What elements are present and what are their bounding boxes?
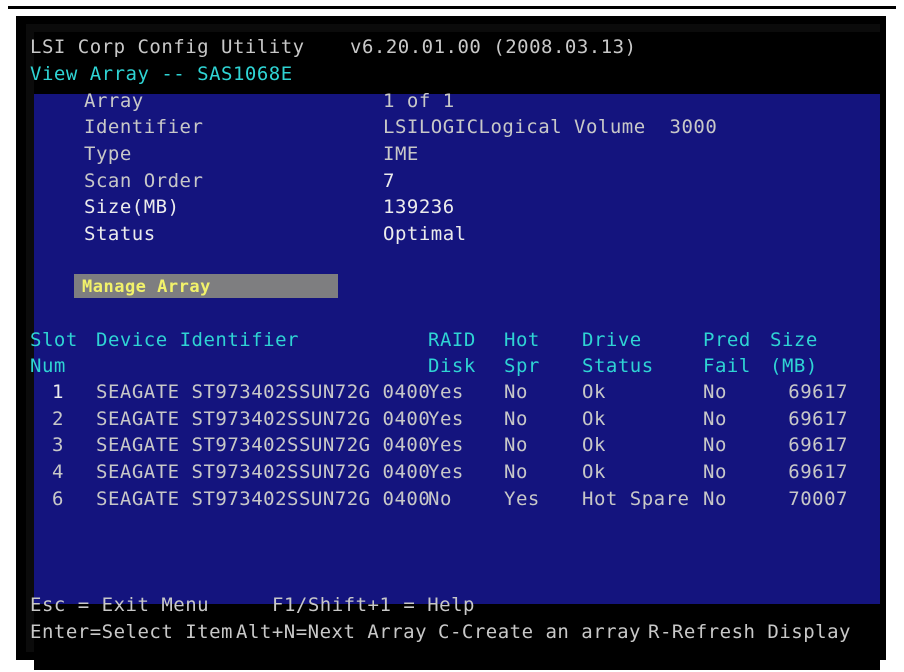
screenshot-frame: LSI Corp Config Utility v6.20.01.00 (200…	[0, 0, 904, 672]
slot-cell: 6	[52, 488, 64, 510]
raid-cell: Yes	[428, 461, 464, 483]
status-value: Optimal	[383, 223, 467, 245]
header-fail: Fail	[703, 355, 751, 377]
header-disk: Disk	[428, 355, 476, 377]
size-cell: 69617	[788, 408, 848, 430]
slot-cell: 4	[52, 461, 64, 483]
drive-status-cell: Ok	[582, 461, 606, 483]
array-value: 1 of 1	[383, 90, 455, 112]
scan-order-label: Scan Order	[84, 170, 204, 192]
refresh-display-hint: R-Refresh Display	[648, 621, 851, 643]
identifier-label: Identifier	[84, 116, 204, 138]
pred-fail-cell: No	[703, 381, 727, 403]
header-status: Status	[582, 355, 654, 377]
header-raid: RAID	[428, 329, 476, 351]
device-cell: SEAGATE ST973402SSUN72G 0400	[96, 381, 431, 403]
hot-spare-cell: No	[504, 461, 528, 483]
hot-spare-cell: Yes	[504, 488, 540, 510]
top-border-line	[8, 6, 896, 9]
hot-spare-cell: No	[504, 381, 528, 403]
size-label: Size(MB)	[84, 196, 180, 218]
utility-version: v6.20.01.00 (2008.03.13)	[350, 36, 637, 58]
manage-array-button[interactable]: Manage Array	[74, 274, 338, 298]
array-label: Array	[84, 90, 144, 112]
header-num: Num	[30, 355, 66, 377]
pred-fail-cell: No	[703, 488, 727, 510]
header-pred: Pred	[703, 329, 751, 351]
next-array-hint: Alt+N=Next Array	[236, 621, 428, 643]
raid-cell: Yes	[428, 434, 464, 456]
device-cell: SEAGATE ST973402SSUN72G 0400	[96, 461, 431, 483]
device-cell: SEAGATE ST973402SSUN72G 0400	[96, 434, 431, 456]
scan-order-value: 7	[383, 170, 395, 192]
status-label: Status	[84, 223, 156, 245]
slot-cell: 1	[52, 381, 64, 403]
header-drive: Drive	[582, 329, 642, 351]
size-cell: 69617	[788, 461, 848, 483]
identifier-value: LSILOGICLogical Volume 3000	[383, 116, 718, 138]
device-cell: SEAGATE ST973402SSUN72G 0400	[96, 408, 431, 430]
size-cell: 69617	[788, 381, 848, 403]
raid-cell: No	[428, 488, 452, 510]
help-hint: F1/Shift+1 = Help	[272, 594, 475, 616]
header-slot: Slot	[30, 329, 78, 351]
slot-cell: 3	[52, 434, 64, 456]
type-label: Type	[84, 143, 132, 165]
manage-array-label: Manage Array	[82, 277, 211, 297]
slot-cell: 2	[52, 408, 64, 430]
header-spr: Spr	[504, 355, 540, 377]
header-mb: (MB)	[770, 355, 818, 377]
pred-fail-cell: No	[703, 408, 727, 430]
size-cell: 69617	[788, 434, 848, 456]
header-hot: Hot	[504, 329, 540, 351]
view-array-subtitle: View Array -- SAS1068E	[30, 63, 293, 85]
hot-spare-cell: No	[504, 434, 528, 456]
utility-title: LSI Corp Config Utility	[30, 36, 305, 58]
header-device-identifier: Device Identifier	[96, 329, 299, 351]
pred-fail-cell: No	[703, 461, 727, 483]
type-value: IME	[383, 143, 419, 165]
raid-cell: Yes	[428, 408, 464, 430]
device-cell: SEAGATE ST973402SSUN72G 0400	[96, 488, 431, 510]
enter-select-hint: Enter=Select Item	[30, 621, 233, 643]
drive-status-cell: Ok	[582, 381, 606, 403]
size-cell: 70007	[788, 488, 848, 510]
header-size: Size	[770, 329, 818, 351]
hot-spare-cell: No	[504, 408, 528, 430]
drive-status-cell: Hot Spare	[582, 488, 690, 510]
create-array-hint: C-Create an array	[438, 621, 641, 643]
drive-status-cell: Ok	[582, 434, 606, 456]
raid-cell: Yes	[428, 381, 464, 403]
pred-fail-cell: No	[703, 434, 727, 456]
esc-exit-hint: Esc = Exit Menu	[30, 594, 210, 616]
size-value: 139236	[383, 196, 455, 218]
drive-status-cell: Ok	[582, 408, 606, 430]
